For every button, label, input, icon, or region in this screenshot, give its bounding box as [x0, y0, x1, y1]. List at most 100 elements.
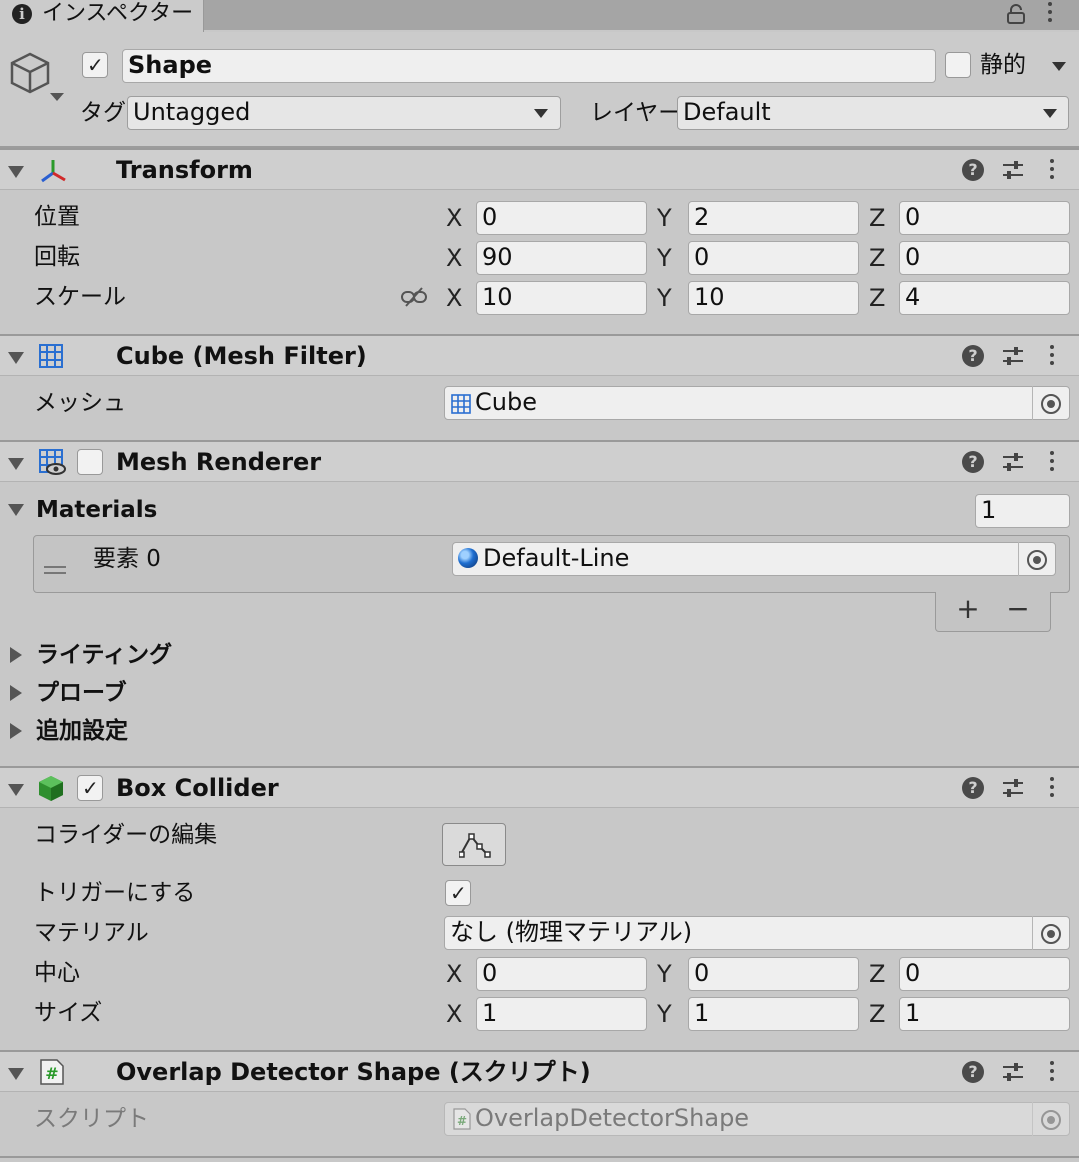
physic-material-field[interactable]: なし (物理マテリアル) [444, 916, 1070, 950]
gameobject-icon[interactable] [8, 48, 66, 106]
position-y-field[interactable]: 2 [688, 201, 859, 235]
center-z-field[interactable]: 0 [899, 957, 1070, 991]
object-picker-icon[interactable] [1027, 550, 1047, 570]
axis-y-label: Y [657, 244, 672, 272]
fold-icon[interactable] [8, 166, 24, 178]
mesh-label: メッシュ [34, 390, 126, 416]
active-checkbox[interactable]: ✓ [82, 52, 108, 78]
axis-x-label: X [446, 960, 463, 988]
fold-icon[interactable] [8, 458, 24, 470]
component-menu-icon[interactable] [1050, 159, 1054, 183]
object-picker-icon[interactable] [1041, 924, 1061, 944]
help-icon[interactable]: ? [962, 345, 984, 367]
materials-count-field[interactable]: 1 [975, 494, 1070, 528]
transform-icon [38, 157, 68, 185]
position-x-field[interactable]: 0 [476, 201, 647, 235]
component-menu-icon[interactable] [1050, 1061, 1054, 1085]
materials-fold-icon[interactable] [8, 504, 24, 516]
probes-label[interactable]: プローブ [36, 678, 127, 708]
probes-fold-icon[interactable] [10, 685, 22, 701]
box-collider-icon [37, 774, 65, 802]
mesh-filter-title: Cube (Mesh Filter) [116, 342, 367, 370]
axis-x-label: X [446, 284, 463, 312]
object-name-input[interactable]: Shape [122, 49, 936, 83]
presets-icon[interactable] [1002, 1061, 1024, 1083]
lighting-label[interactable]: ライティング [36, 640, 172, 670]
script-icon: # [38, 1058, 66, 1086]
center-y-field[interactable]: 0 [688, 957, 859, 991]
scale-y-field[interactable]: 10 [688, 281, 859, 315]
component-menu-icon[interactable] [1050, 777, 1054, 801]
static-dropdown-icon[interactable] [1052, 62, 1066, 71]
rotation-y-field[interactable]: 0 [688, 241, 859, 275]
scale-x-field[interactable]: 10 [476, 281, 647, 315]
edit-collider-button[interactable] [442, 823, 506, 866]
edit-collider-label: コライダーの編集 [34, 822, 218, 848]
help-icon[interactable]: ? [962, 1061, 984, 1083]
lock-icon[interactable] [1005, 3, 1027, 25]
rotation-z-field[interactable]: 0 [899, 241, 1070, 275]
chevron-down-icon [1043, 109, 1057, 118]
help-icon[interactable]: ? [962, 159, 984, 181]
script-label: スクリプト [34, 1106, 149, 1132]
additional-settings-label[interactable]: 追加設定 [36, 716, 128, 746]
static-checkbox[interactable] [945, 52, 971, 78]
object-picker-icon[interactable] [1041, 394, 1061, 414]
mesh-object-field[interactable]: Cube [444, 386, 1070, 420]
rotation-x-field[interactable]: 90 [476, 241, 647, 275]
size-y-field[interactable]: 1 [688, 997, 859, 1031]
object-picker-icon [1041, 1110, 1061, 1130]
axis-z-label: Z [869, 244, 886, 272]
trigger-label: トリガーにする [34, 880, 196, 906]
help-icon[interactable]: ? [962, 451, 984, 473]
fold-icon[interactable] [8, 1068, 24, 1080]
lighting-fold-icon[interactable] [10, 647, 22, 663]
tag-dropdown[interactable]: Untagged [127, 96, 561, 130]
unlink-icon[interactable] [400, 286, 428, 308]
list-footer [935, 592, 1051, 632]
material-value: Default-Line [483, 544, 630, 572]
add-element-button[interactable]: + [956, 594, 980, 624]
help-icon[interactable]: ? [962, 777, 984, 799]
fold-icon[interactable] [8, 784, 24, 796]
size-x-field[interactable]: 1 [476, 997, 647, 1031]
drag-handle-icon[interactable] [44, 554, 66, 574]
svg-text:#: # [45, 1064, 58, 1083]
size-z-field[interactable]: 1 [899, 997, 1070, 1031]
tab-menu-icon[interactable] [1048, 2, 1052, 26]
fold-icon[interactable] [8, 352, 24, 364]
edit-bounds-icon [459, 833, 491, 858]
script-component-title: Overlap Detector Shape (スクリプト) [116, 1058, 591, 1086]
remove-element-button[interactable]: − [1006, 594, 1030, 624]
mesh-renderer-icon [38, 448, 68, 476]
axis-z-label: Z [869, 204, 886, 232]
component-menu-icon[interactable] [1050, 451, 1054, 475]
trigger-checkbox[interactable]: ✓ [445, 880, 471, 906]
axis-y-label: Y [657, 204, 672, 232]
check-icon: ✓ [450, 881, 467, 905]
layer-dropdown[interactable]: Default [677, 96, 1069, 130]
script-value: OverlapDetectorShape [475, 1104, 750, 1132]
presets-icon[interactable] [1002, 451, 1024, 473]
tab-inspector[interactable]: i インスペクター [0, 0, 204, 32]
presets-icon[interactable] [1002, 345, 1024, 367]
presets-icon[interactable] [1002, 777, 1024, 799]
element-label: 要素 0 [93, 546, 161, 572]
material-object-field[interactable]: Default-Line [452, 542, 1056, 576]
size-label: サイズ [34, 1000, 103, 1026]
axis-z-label: Z [869, 1000, 886, 1028]
center-x-field[interactable]: 0 [476, 957, 647, 991]
scale-z-field[interactable]: 4 [899, 281, 1070, 315]
info-icon: i [12, 4, 32, 24]
bottom-divider [0, 1156, 1079, 1158]
presets-icon[interactable] [1002, 159, 1024, 181]
component-menu-icon[interactable] [1050, 345, 1054, 369]
mesh-renderer-enabled-checkbox[interactable] [77, 449, 103, 475]
axis-y-label: Y [657, 960, 672, 988]
box-collider-enabled-checkbox[interactable]: ✓ [77, 775, 103, 801]
additional-fold-icon[interactable] [10, 723, 22, 739]
position-z-field[interactable]: 0 [899, 201, 1070, 235]
tab-title: インスペクター [42, 1, 194, 26]
rotation-label: 回転 [34, 244, 80, 270]
check-icon: ✓ [87, 53, 104, 77]
